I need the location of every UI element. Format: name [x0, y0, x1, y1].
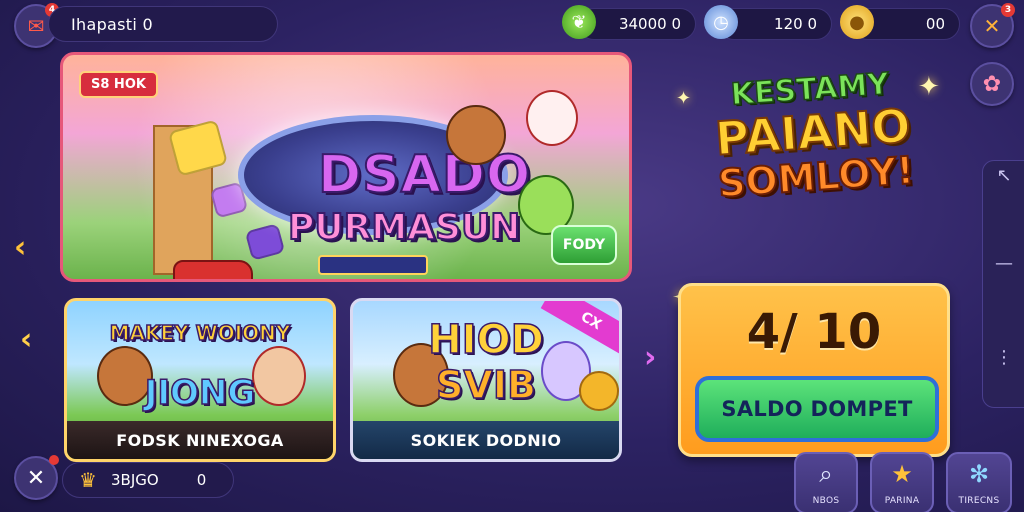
- wallet-balance-button[interactable]: SALDO DOMPET: [695, 376, 939, 442]
- nav-settings-label: TIRECNS: [958, 496, 1000, 506]
- bottom-resource-value: 3BJGO: [111, 471, 159, 489]
- search-icon: ⌕: [819, 460, 833, 488]
- nav-search-label: NBOS: [812, 496, 840, 506]
- nav-search-button[interactable]: ⌕ NBOS: [794, 452, 858, 512]
- currency-green-value: 34000 0: [618, 15, 681, 33]
- chevron-right-icon[interactable]: ›: [644, 340, 656, 375]
- card-1-title-main: JIONG: [144, 372, 256, 414]
- banner-tag: S8 HOK: [79, 71, 158, 98]
- game-card-1[interactable]: MAKEY WOIONY JIONG FODSK NINEXOGA: [64, 298, 336, 462]
- nav-settings-button[interactable]: ✻ TIRECNS: [946, 452, 1012, 512]
- crown-icon: ♛: [79, 468, 97, 492]
- coin-icon: ●: [840, 5, 874, 39]
- card-2-footer: SOKIEK DODNIO: [353, 421, 619, 459]
- promo-headline: KESTAMY PAIANO SOMLOY!: [684, 63, 946, 260]
- chevron-left-icon[interactable]: ‹: [14, 230, 26, 265]
- star-icon: ★: [891, 460, 913, 488]
- settings-icon: ✻: [968, 460, 990, 488]
- banner-sub-badge: [318, 255, 428, 275]
- bottom-resource-count: 0: [196, 471, 207, 489]
- close-icon: ✕: [26, 465, 46, 491]
- card-2-title-main: SVIB: [435, 362, 536, 408]
- dots-icon[interactable]: ⋮: [983, 347, 1024, 368]
- gift-button[interactable]: ✿: [970, 62, 1014, 106]
- nav-star-button[interactable]: ★ PARINA: [870, 452, 934, 512]
- mail-icon: ✉: [27, 14, 45, 38]
- character-decoration: [526, 90, 578, 146]
- banner-subtitle-title: PURMASUN: [287, 206, 521, 249]
- leaf-gem-icon: ❦: [562, 5, 596, 39]
- wallet-balance-panel: 4/ 10 SALDO DOMPET: [678, 283, 950, 457]
- banner-play-button[interactable]: FODY: [551, 225, 617, 265]
- card-1-title-top: MAKEY WOIONY: [109, 320, 291, 346]
- card-2-title-top: HIOD: [427, 316, 544, 364]
- chevron-left-icon[interactable]: ‹: [20, 322, 32, 357]
- player-name: Ihapasti 0: [71, 14, 153, 34]
- rose-icon: ✿: [982, 71, 1002, 97]
- sparkle-icon: ✦: [676, 88, 692, 109]
- close-tools-button[interactable]: ✕ 3: [970, 3, 1015, 48]
- currency-clock-value: 120 0: [774, 15, 817, 33]
- menu-line-icon[interactable]: —: [983, 253, 1024, 274]
- character-decoration: [446, 105, 506, 165]
- clock-icon: ◷: [704, 5, 738, 39]
- player-name-field[interactable]: Ihapasti 0: [48, 6, 278, 42]
- game-card-2[interactable]: CX HIOD SVIB SOKIEK DODNIO: [350, 298, 622, 462]
- top-bar: ✉ 4 Ihapasti 0 34000 0 ❦ 120 0 ◷ 00 ● ✕ …: [0, 0, 1024, 106]
- red-car-decoration: [173, 260, 253, 279]
- nav-star-label: PARINA: [884, 496, 920, 506]
- bottom-resource-pill[interactable]: ♛ 3BJGO 0: [62, 462, 234, 498]
- crossed-tools-icon: ✕: [983, 14, 1001, 38]
- balance-amount: 4/ 10: [746, 304, 882, 360]
- close-button[interactable]: ✕: [14, 455, 59, 500]
- close-notification-dot: [49, 455, 59, 465]
- banner-title: DSADO: [317, 144, 532, 206]
- featured-game-banner[interactable]: S8 HOK DSADO PURMASUN FODY: [60, 52, 632, 282]
- close-notification-badge: 3: [1001, 3, 1015, 17]
- back-icon[interactable]: ↖: [983, 165, 1024, 186]
- card-1-footer: FODSK NINEXOGA: [67, 421, 333, 459]
- sparkle-icon: ✦: [918, 72, 940, 102]
- side-rail: ↖ — ⋮: [982, 160, 1024, 408]
- currency-coin-value: 00: [925, 15, 945, 33]
